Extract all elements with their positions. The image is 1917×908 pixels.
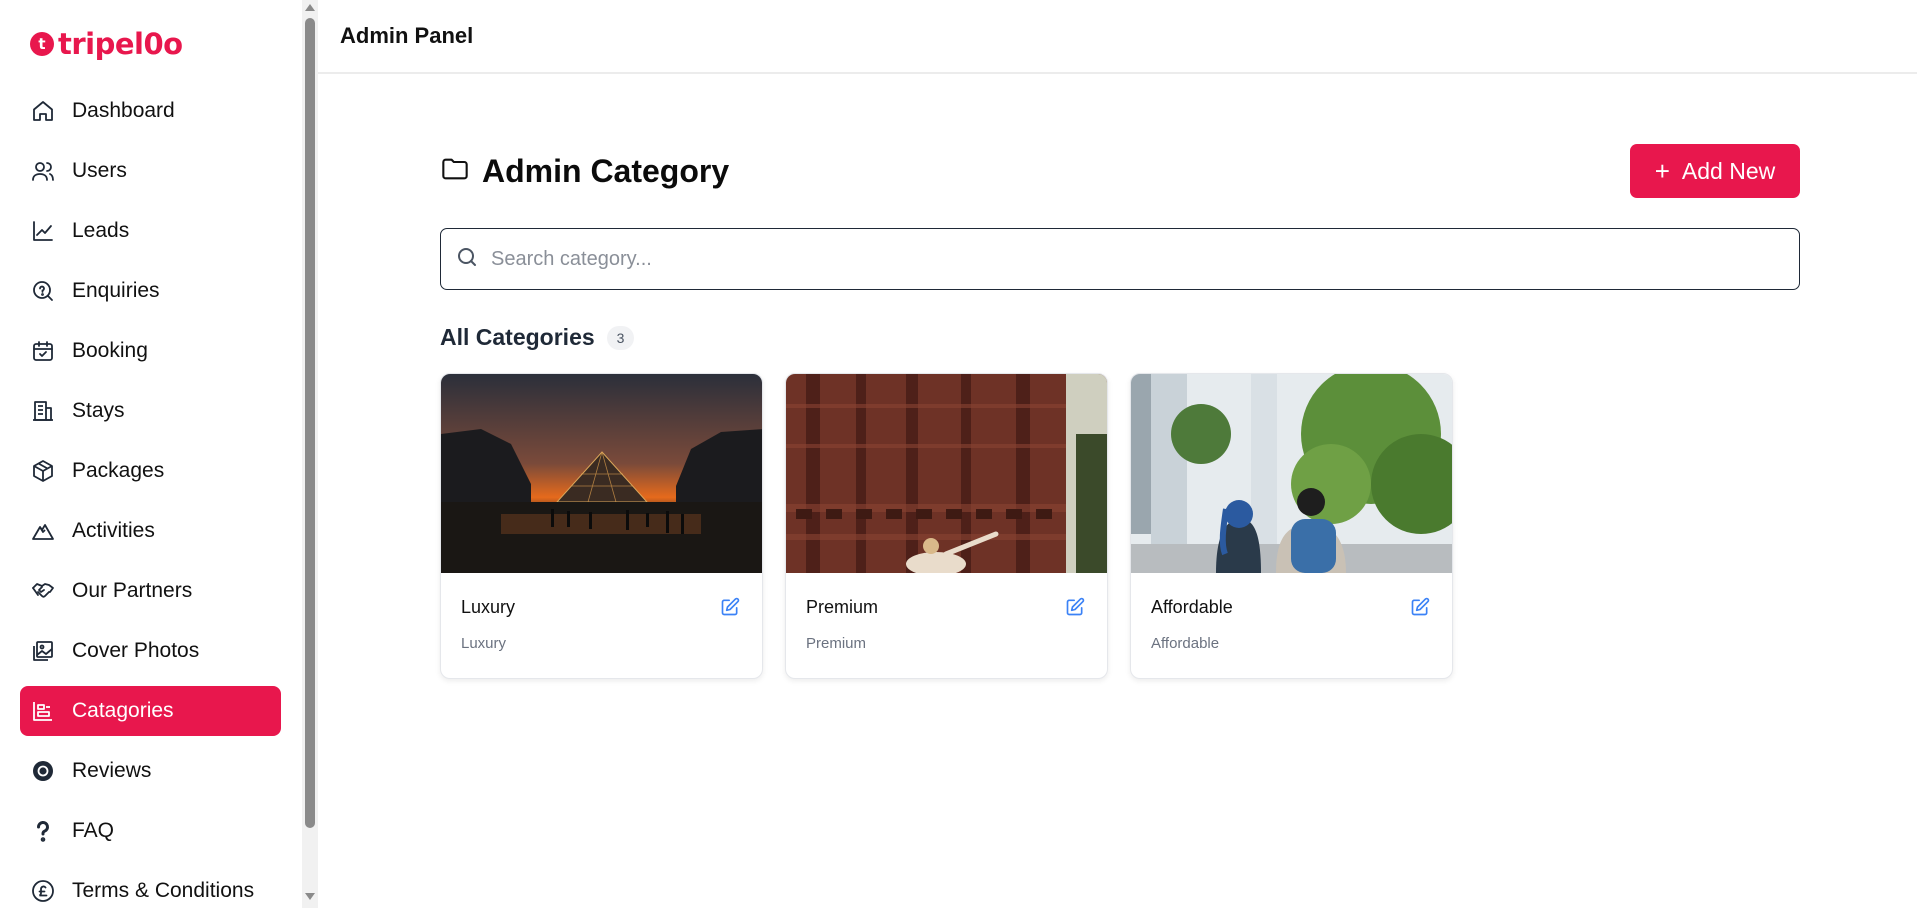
sidebar-item-faq[interactable]: FAQ [20, 806, 281, 856]
category-card[interactable]: Affordable Affordable [1130, 373, 1453, 679]
sidebar-item-booking[interactable]: Booking [20, 326, 281, 376]
categories-icon [30, 698, 56, 724]
sidebar-item-label: Booking [72, 339, 148, 362]
sidebar-item-label: Leads [72, 219, 130, 242]
sidebar-item-catagories[interactable]: Catagories [20, 686, 281, 736]
count-badge: 3 [606, 325, 635, 350]
search-box[interactable] [440, 228, 1800, 290]
search-question-icon [30, 278, 56, 304]
section-title: All Categories [440, 324, 595, 350]
card-body: Luxury Luxury [441, 573, 762, 652]
card-title: Luxury [461, 596, 516, 617]
card-subtitle: Affordable [1151, 635, 1220, 652]
search-input[interactable] [491, 247, 1799, 271]
building-icon [30, 398, 56, 424]
topbar-title: Admin Panel [340, 23, 474, 48]
mountain-icon [30, 518, 56, 544]
search-icon [455, 245, 479, 274]
brand-mark: t [30, 32, 54, 56]
images-icon [30, 638, 56, 664]
sidebar-item-label: FAQ [72, 819, 115, 842]
sidebar-item-label: Dashboard [72, 99, 175, 122]
plus-icon: + [1654, 156, 1670, 186]
card-body: Premium Premium [786, 573, 1107, 652]
sidebar-item-activities[interactable]: Activities [20, 506, 281, 556]
add-new-label: Add New [1681, 157, 1776, 184]
users-icon [30, 158, 56, 184]
edit-icon[interactable] [1408, 595, 1432, 619]
card-body: Affordable Affordable [1131, 573, 1452, 652]
sidebar-item-users[interactable]: Users [20, 146, 281, 196]
card-image [1131, 374, 1452, 573]
card-header-row: Affordable [1151, 595, 1432, 619]
sidebar-scrollbar[interactable] [302, 0, 318, 908]
page-title: Admin Category [482, 152, 730, 189]
sidebar-item-label: Our Partners [72, 579, 193, 602]
card-subtitle: Luxury [461, 635, 507, 652]
sidebar-item-label: Cover Photos [72, 639, 200, 662]
scroll-down-arrow-icon[interactable] [302, 892, 318, 906]
add-new-button[interactable]: + Add New [1630, 144, 1800, 198]
sidebar-item-our-partners[interactable]: Our Partners [20, 566, 281, 616]
sidebar-item-label: Enquiries [72, 279, 160, 302]
scrollbar-thumb[interactable] [305, 18, 315, 828]
main-content: Admin Category + Add New All Categories … [440, 140, 1800, 679]
sidebar-item-label: Activities [72, 519, 155, 542]
category-card[interactable]: Premium Premium [785, 373, 1108, 679]
record-icon [30, 758, 56, 784]
card-subtitle: Premium [806, 635, 867, 652]
card-title: Premium [806, 596, 879, 617]
sidebar-item-label: Stays [72, 399, 125, 422]
topbar: Admin Panel [318, 0, 1917, 74]
card-image [441, 374, 762, 573]
home-icon [30, 98, 56, 124]
sidebar-item-label: Catagories [72, 699, 174, 722]
card-header-row: Luxury [461, 595, 742, 619]
sidebar-nav: Dashboard Users Leads Enquiries Booking [20, 86, 281, 908]
section-header: All Categories 3 [440, 324, 1800, 351]
scroll-up-arrow-icon[interactable] [302, 2, 318, 16]
page-title-group: Admin Category [440, 153, 729, 190]
sidebar-item-dashboard[interactable]: Dashboard [20, 86, 281, 136]
card-title: Affordable [1151, 596, 1233, 617]
sidebar-item-cover-photos[interactable]: Cover Photos [20, 626, 281, 676]
sidebar-item-label: Users [72, 159, 127, 182]
sidebar: t tripel0o Dashboard Users Leads Enquiri… [0, 0, 302, 908]
edit-icon[interactable] [718, 595, 742, 619]
card-image [786, 374, 1107, 573]
sidebar-item-packages[interactable]: Packages [20, 446, 281, 496]
sidebar-item-reviews[interactable]: Reviews [20, 746, 281, 796]
brand-logo[interactable]: t tripel0o [30, 24, 183, 64]
category-card[interactable]: Luxury Luxury [440, 373, 763, 679]
card-header-row: Premium [806, 595, 1087, 619]
edit-icon[interactable] [1063, 595, 1087, 619]
chart-line-icon [30, 218, 56, 244]
calendar-check-icon [30, 338, 56, 364]
sidebar-item-label: Reviews [72, 759, 152, 782]
handshake-icon [30, 578, 56, 604]
sidebar-item-label: Terms & Conditions [72, 879, 255, 902]
sidebar-item-stays[interactable]: Stays [20, 386, 281, 436]
folder-icon [440, 155, 470, 188]
sidebar-item-terms-conditions[interactable]: Terms & Conditions [20, 866, 281, 908]
package-icon [30, 458, 56, 484]
sidebar-item-label: Packages [72, 459, 165, 482]
question-icon [30, 818, 56, 844]
sidebar-item-leads[interactable]: Leads [20, 206, 281, 256]
brand-name: tripel0o [58, 27, 183, 61]
sidebar-item-enquiries[interactable]: Enquiries [20, 266, 281, 316]
category-cards: Luxury Luxury Premium Premium Affordable… [440, 373, 1800, 679]
pound-circle-icon [30, 878, 56, 904]
page-header: Admin Category + Add New [440, 140, 1800, 202]
